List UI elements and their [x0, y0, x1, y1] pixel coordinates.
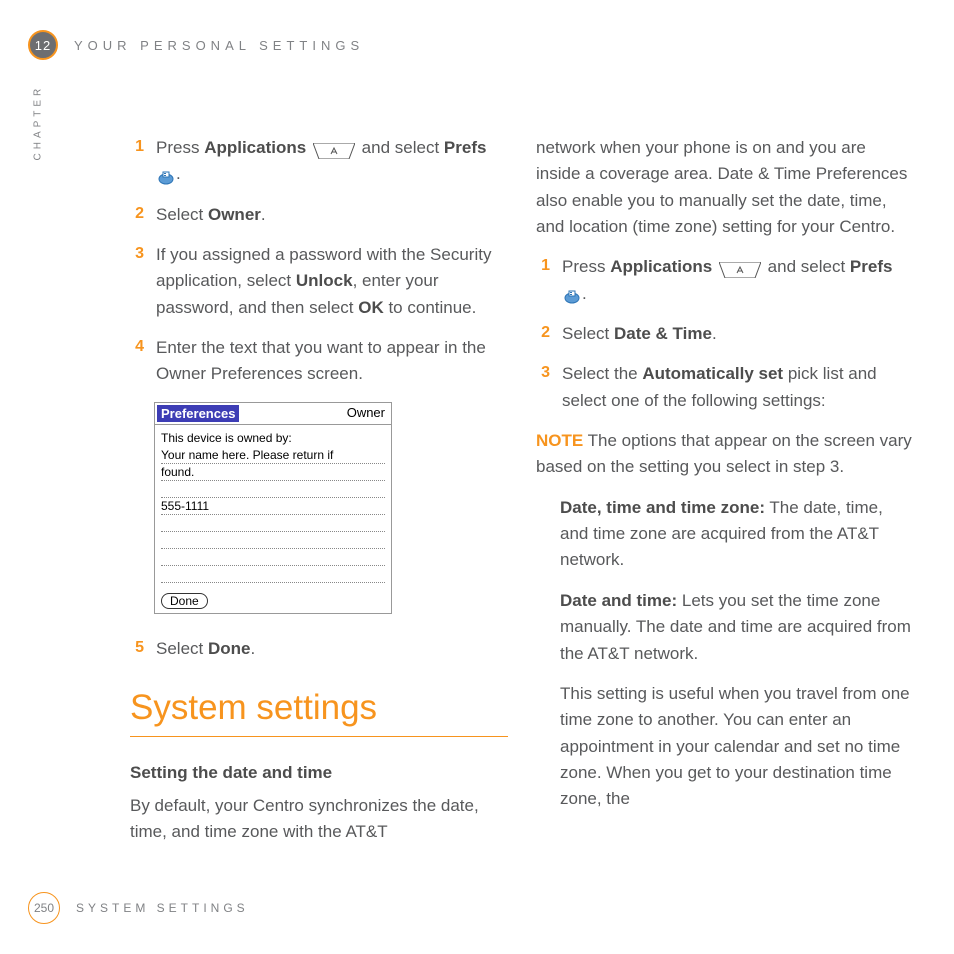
screenshot-line: found.: [161, 464, 385, 481]
text: .: [176, 164, 181, 183]
screenshot-line: Your name here. Please return if: [161, 447, 385, 464]
bold: Applications: [204, 138, 306, 157]
step-number: 3: [130, 242, 144, 321]
step-2: 2 Select Date & Time.: [536, 321, 914, 347]
page-footer: 250 SYSTEM SETTINGS: [28, 892, 249, 924]
left-column: 1 Press Applications and select Prefs . …: [130, 135, 508, 874]
screenshot-line: [161, 549, 385, 566]
step-number: 3: [536, 361, 550, 414]
screenshot-done-button: Done: [161, 593, 208, 609]
text: to continue.: [384, 298, 477, 317]
text: and select: [768, 257, 850, 276]
applications-key-icon: [719, 260, 761, 276]
chapter-number-badge: 12: [28, 30, 58, 60]
note-text: The options that appear on the screen va…: [536, 431, 912, 476]
option-label: Date, time and time zone:: [560, 498, 765, 517]
subsection-heading: Setting the date and time: [130, 763, 508, 783]
text: .: [582, 284, 587, 303]
step-number: 1: [130, 135, 144, 188]
paragraph: By default, your Centro synchronizes the…: [130, 793, 508, 846]
screenshot-line: [161, 515, 385, 532]
section-heading: System settings: [130, 688, 508, 737]
screenshot-label: This device is owned by:: [161, 431, 385, 445]
bold: Owner: [208, 205, 261, 224]
bold: Prefs: [850, 257, 893, 276]
option-1: Date, time and time zone: The date, time…: [560, 495, 914, 574]
prefs-icon: [157, 167, 175, 183]
text: Press: [156, 138, 204, 157]
bold: Unlock: [296, 271, 353, 290]
note: NOTE The options that appear on the scre…: [536, 428, 914, 481]
applications-key-icon: [313, 141, 355, 157]
step-5: 5 Select Done.: [130, 636, 508, 662]
prefs-icon: [563, 286, 581, 302]
step-4: 4 Enter the text that you want to appear…: [130, 335, 508, 388]
option-label: Date and time:: [560, 591, 677, 610]
bold: OK: [358, 298, 384, 317]
right-column: network when your phone is on and you ar…: [536, 135, 914, 874]
preferences-screenshot: Preferences Owner This device is owned b…: [154, 402, 392, 614]
note-label: NOTE: [536, 431, 583, 450]
text: Select the: [562, 364, 642, 383]
text: .: [261, 205, 266, 224]
bold: Date & Time: [614, 324, 712, 343]
text: Press: [562, 257, 610, 276]
page-header: 12 YOUR PERSONAL SETTINGS: [28, 30, 364, 60]
bold: Applications: [610, 257, 712, 276]
text: Select: [562, 324, 614, 343]
text: Enter the text that you want to appear i…: [156, 335, 508, 388]
step-number: 4: [130, 335, 144, 388]
paragraph: network when your phone is on and you ar…: [536, 135, 914, 240]
step-3: 3 If you assigned a password with the Se…: [130, 242, 508, 321]
chapter-label-vertical: CHAPTER: [33, 85, 44, 161]
screenshot-title-right: Owner: [347, 405, 385, 422]
text: .: [250, 639, 255, 658]
screenshot-title-left: Preferences: [157, 405, 239, 422]
header-title: YOUR PERSONAL SETTINGS: [74, 38, 364, 53]
step-number: 2: [536, 321, 550, 347]
screenshot-line: [161, 566, 385, 583]
text: .: [712, 324, 717, 343]
bold: Prefs: [444, 138, 487, 157]
screenshot-line: 555-1111: [161, 498, 385, 515]
option-2: Date and time: Lets you set the time zon…: [560, 588, 914, 667]
footer-title: SYSTEM SETTINGS: [76, 901, 249, 915]
option-3: This setting is useful when you travel f…: [560, 681, 914, 813]
text: Select: [156, 639, 208, 658]
text: and select: [362, 138, 444, 157]
step-2: 2 Select Owner.: [130, 202, 508, 228]
screenshot-line: [161, 532, 385, 549]
bold: Automatically set: [642, 364, 783, 383]
step-number: 5: [130, 636, 144, 662]
step-3: 3 Select the Automatically set pick list…: [536, 361, 914, 414]
step-number: 1: [536, 254, 550, 307]
step-1: 1 Press Applications and select Prefs .: [130, 135, 508, 188]
page-number-badge: 250: [28, 892, 60, 924]
text: Select: [156, 205, 208, 224]
screenshot-line: [161, 481, 385, 498]
step-1: 1 Press Applications and select Prefs .: [536, 254, 914, 307]
step-number: 2: [130, 202, 144, 228]
bold: Done: [208, 639, 251, 658]
